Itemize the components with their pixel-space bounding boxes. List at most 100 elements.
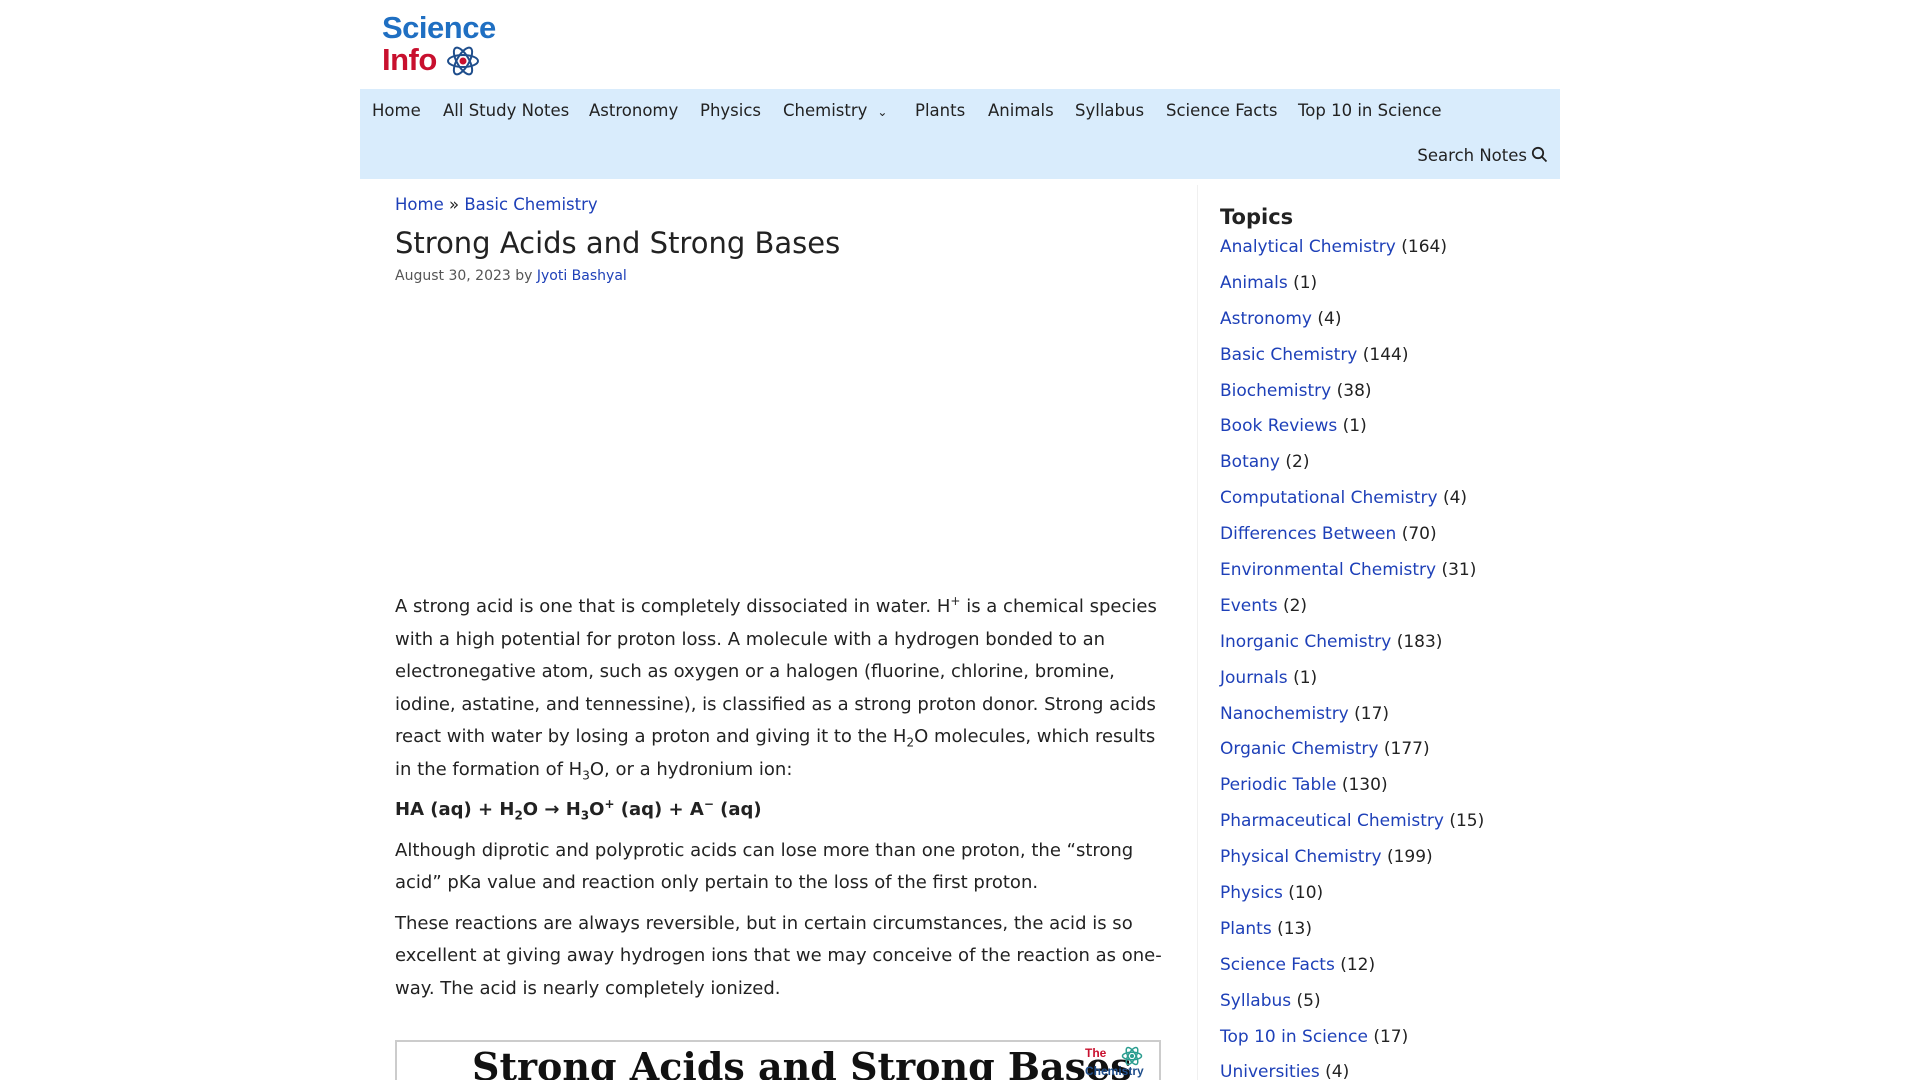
topic-link[interactable]: Events [1220, 596, 1278, 616]
topic-count: (15) [1449, 811, 1485, 832]
topic-count: (13) [1277, 918, 1313, 939]
topic-item: Organic Chemistry (177) [1220, 737, 1540, 773]
topic-item: Universities (4) [1220, 1060, 1540, 1080]
text-run: is a chemical species with a high potent… [395, 596, 1157, 747]
text-run: O → H [522, 799, 581, 820]
text-run: (aq) + A [614, 799, 704, 820]
nav-item-all-study-notes[interactable]: All Study Notes [443, 101, 569, 120]
topic-count: (1) [1293, 667, 1318, 688]
topic-item: Syllabus (5) [1220, 989, 1540, 1025]
page-title: Strong Acids and Strong Bases [395, 226, 841, 260]
nav-item-top-10[interactable]: Top 10 in Science [1298, 101, 1442, 120]
topic-item: Biochemistry (38) [1220, 379, 1540, 415]
topic-count: (12) [1340, 954, 1376, 975]
nav-item-astronomy[interactable]: Astronomy [589, 101, 678, 120]
topic-item: Inorganic Chemistry (183) [1220, 630, 1540, 666]
breadcrumb-home-link[interactable]: Home [395, 195, 444, 214]
topic-link[interactable]: Plants [1220, 919, 1272, 939]
topic-item: Journals (1) [1220, 666, 1540, 702]
topic-link[interactable]: Nanochemistry [1220, 704, 1349, 724]
topic-item: Analytical Chemistry (164) [1220, 235, 1540, 271]
text-run: HA (aq) + H [395, 799, 515, 820]
text-run: (aq) [713, 799, 762, 820]
topic-link[interactable]: Inorganic Chemistry [1220, 632, 1391, 652]
topic-item: Science Facts (12) [1220, 953, 1540, 989]
figure-title: Strong Acids and Strong Bases [472, 1044, 1132, 1080]
nav-item-plants[interactable]: Plants [915, 101, 965, 120]
topic-link[interactable]: Book Reviews [1220, 416, 1337, 436]
topic-link[interactable]: Journals [1220, 668, 1288, 688]
subscript: 3 [582, 768, 590, 783]
topic-link[interactable]: Biochemistry [1220, 381, 1331, 401]
subscript: 2 [514, 808, 523, 823]
topic-count: (2) [1285, 452, 1310, 473]
topic-count: (10) [1288, 883, 1324, 904]
topic-count: (1) [1293, 272, 1318, 293]
nav-item-science-facts[interactable]: Science Facts [1166, 101, 1277, 120]
site-logo[interactable]: Science Info [380, 8, 504, 80]
topic-count: (2) [1282, 595, 1308, 616]
main-navigation: Home All Study Notes Astronomy Physics C… [360, 89, 1560, 179]
logo-text-info: Info [382, 42, 437, 77]
topic-link[interactable]: Animals [1220, 273, 1288, 293]
topic-count: (199) [1386, 847, 1433, 868]
superscript: + [604, 797, 615, 811]
nav-item-home[interactable]: Home [372, 101, 421, 120]
topic-link[interactable]: Organic Chemistry [1220, 739, 1379, 759]
topic-link[interactable]: Environmental Chemistry [1220, 560, 1436, 580]
search-icon [1531, 146, 1548, 163]
topic-item: Environmental Chemistry (31) [1220, 558, 1540, 594]
topic-item: Book Reviews (1) [1220, 414, 1540, 450]
topic-link[interactable]: Botany [1220, 452, 1280, 472]
topic-item: Plants (13) [1220, 917, 1540, 953]
figure-logo-line1: The [1085, 1046, 1107, 1060]
figure-logo: The Chemistry [1085, 1044, 1155, 1080]
topic-count: (70) [1401, 524, 1437, 545]
nav-item-animals[interactable]: Animals [988, 101, 1054, 120]
post-by: by [515, 268, 533, 284]
breadcrumb-category-link[interactable]: Basic Chemistry [464, 195, 597, 214]
breadcrumb: Home » Basic Chemistry [395, 195, 1163, 214]
atom-icon [1121, 1046, 1143, 1066]
nav-item-physics[interactable]: Physics [700, 101, 761, 120]
topic-count: (1) [1342, 416, 1367, 437]
search-notes-button[interactable]: Search Notes [1417, 146, 1548, 165]
topic-link[interactable]: Analytical Chemistry [1220, 237, 1396, 257]
topic-count: (4) [1317, 308, 1342, 329]
topic-link[interactable]: Physics [1220, 883, 1283, 903]
topic-link[interactable]: Physical Chemistry [1220, 847, 1382, 867]
nav-item-syllabus[interactable]: Syllabus [1075, 101, 1144, 120]
topic-link[interactable]: Astronomy [1220, 309, 1312, 329]
topic-count: (177) [1383, 739, 1430, 760]
topic-count: (164) [1401, 237, 1447, 257]
topic-link[interactable]: Syllabus [1220, 991, 1291, 1011]
breadcrumb-separator: » [448, 195, 460, 214]
topic-item: Top 10 in Science (17) [1220, 1025, 1540, 1061]
topic-link[interactable]: Science Facts [1220, 955, 1335, 975]
text-run: O [589, 799, 605, 820]
author-link[interactable]: Jyoti Bashyal [537, 268, 627, 284]
paragraph-intro: A strong acid is one that is completely … [395, 591, 1163, 786]
logo-text-science: Science [382, 10, 496, 45]
paragraph-reversible: These reactions are always reversible, b… [395, 912, 1162, 999]
topic-link[interactable]: Top 10 in Science [1220, 1027, 1368, 1047]
topic-count: (144) [1362, 344, 1409, 365]
topics-sidebar: Topics Analytical Chemistry (164) Animal… [1220, 205, 1540, 1080]
topic-item: Physical Chemistry (199) [1220, 845, 1540, 881]
superscript: − [703, 797, 714, 811]
topic-count: (5) [1296, 990, 1321, 1011]
superscript: + [950, 594, 961, 608]
article-figure: Strong Acids and Strong Bases The Chemis… [395, 1040, 1161, 1080]
topic-item: Periodic Table (130) [1220, 773, 1540, 809]
nav-item-chemistry-label: Chemistry [783, 101, 868, 120]
text-run: A strong acid is one that is completely … [395, 596, 951, 617]
topic-link[interactable]: Basic Chemistry [1220, 345, 1357, 365]
topic-link[interactable]: Computational Chemistry [1220, 488, 1438, 508]
topic-link[interactable]: Periodic Table [1220, 775, 1336, 795]
topic-link[interactable]: Universities [1220, 1062, 1320, 1080]
topic-link[interactable]: Differences Between [1220, 524, 1396, 544]
nav-item-chemistry[interactable]: Chemistry ⌄ [783, 101, 887, 120]
topic-link[interactable]: Pharmaceutical Chemistry [1220, 811, 1444, 831]
topic-count: (38) [1336, 380, 1372, 401]
topics-heading: Topics [1220, 205, 1294, 229]
